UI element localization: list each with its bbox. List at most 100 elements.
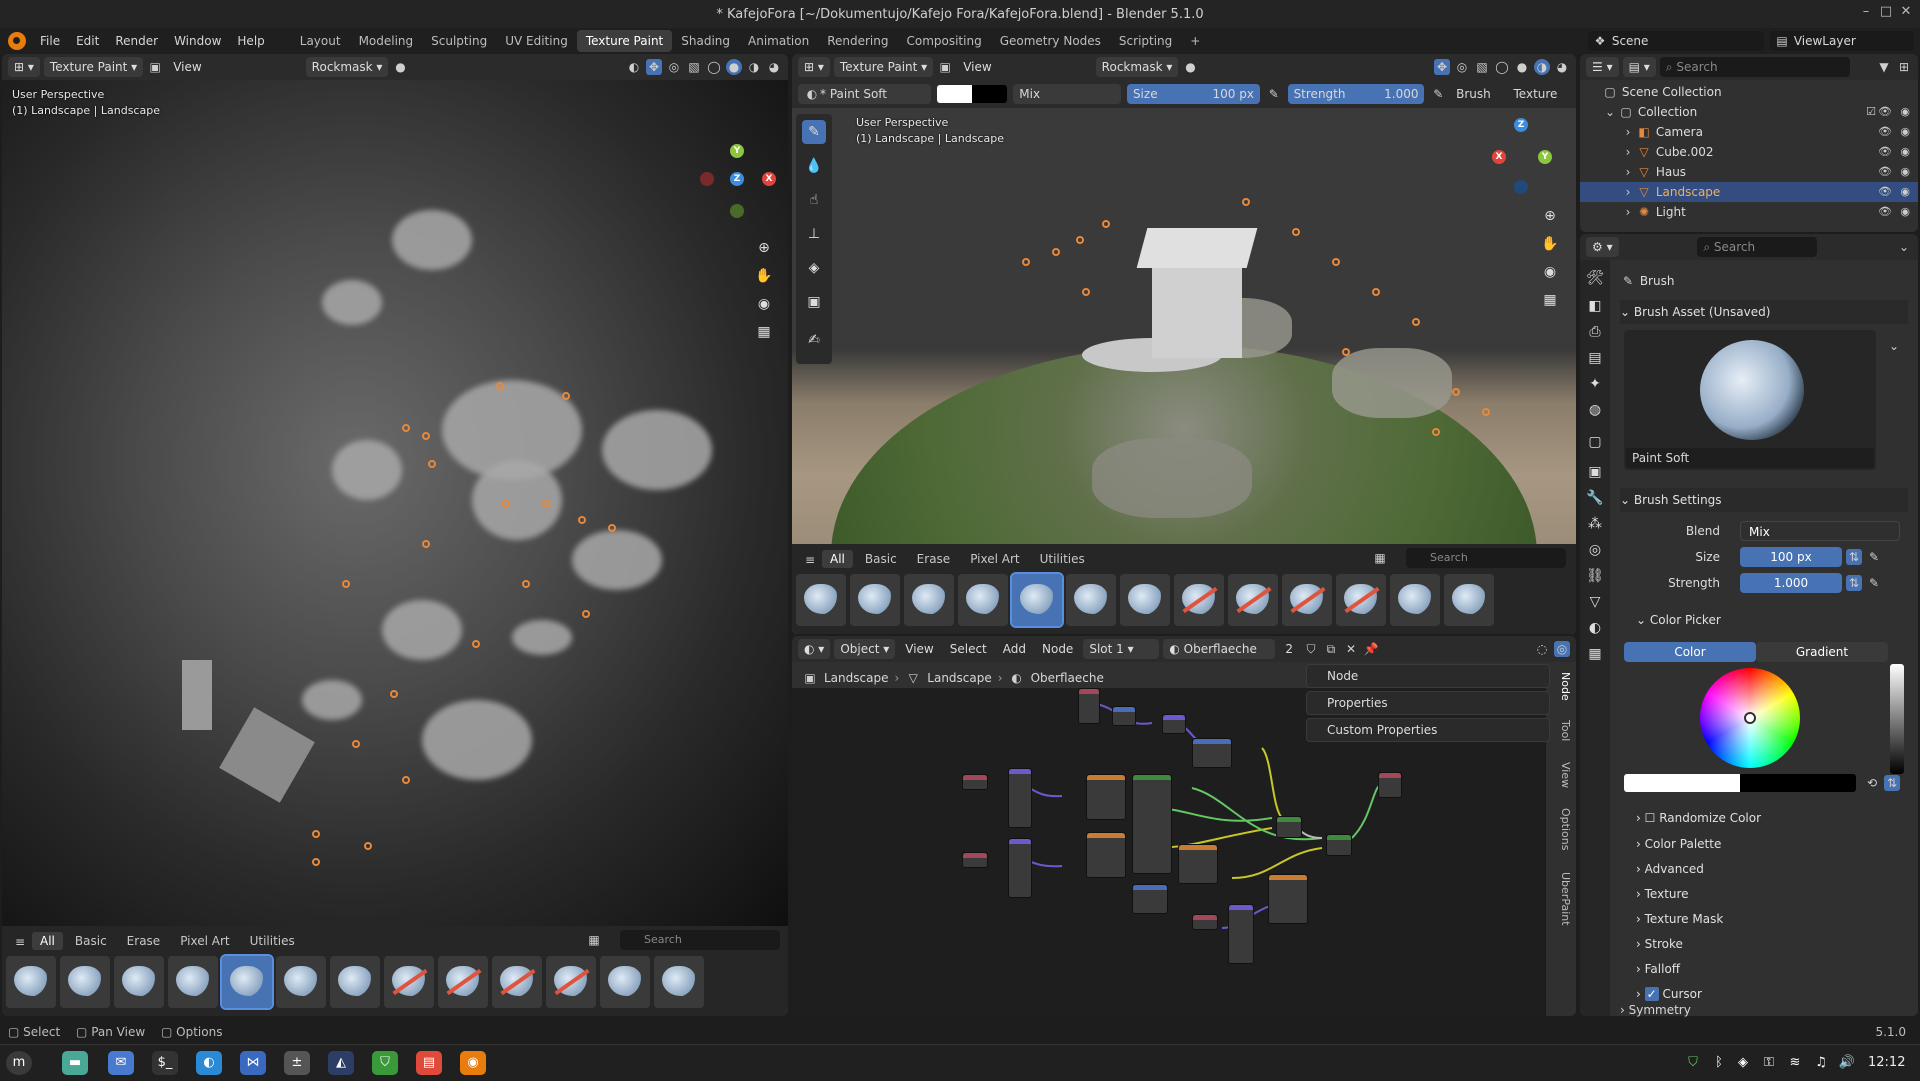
checkbox-icon[interactable]: ☑ [1866,102,1876,122]
collection-row[interactable]: ⌄ ▢ Collection ☑ 👁 ◉ [1580,102,1918,122]
editor-type-button[interactable]: ◐ ▾ [798,639,831,659]
shader-node[interactable] [1162,714,1186,734]
tab-scripting[interactable]: Scripting [1110,30,1181,52]
brush-thumbnail[interactable] [654,956,704,1008]
pin-icon[interactable]: 📌 [1363,641,1379,657]
eye-icon[interactable]: 👁 [1878,142,1892,162]
shader-node[interactable] [1276,816,1302,838]
eye-icon[interactable]: 👁 [1878,182,1892,202]
bluetooth-icon[interactable]: ᛒ [1706,1051,1732,1075]
brush-selector[interactable]: ◐ * Paint Soft [798,84,932,104]
ortho-grid-icon[interactable]: ▦ [1538,288,1562,312]
mail-icon[interactable]: ✉ [108,1051,134,1075]
fake-user-icon[interactable]: ⛉ [1303,641,1319,657]
new-collection-icon[interactable]: ⊞ [1896,59,1912,75]
expand-arrow-icon[interactable]: › [1620,144,1636,160]
slot-selector[interactable]: Slot 1 ▾ [1083,639,1160,659]
xray-icon[interactable]: ▧ [686,59,702,75]
chevron-down-icon[interactable]: ⌄ [1896,239,1912,255]
display-mode-button[interactable]: ▤ ▾ [1622,57,1656,77]
mode-selector[interactable]: Texture Paint ▾ [43,57,144,77]
brush-thumbnail[interactable] [438,956,488,1008]
brush-thumbnail-selected[interactable] [1010,572,1064,628]
view-menu[interactable]: View [957,57,997,77]
breadcrumb-object[interactable]: Landscape [824,671,888,685]
world-tab-icon[interactable]: ◍ [1583,398,1607,422]
brush-thumbnail[interactable] [1174,574,1224,626]
shader-node[interactable] [1228,904,1254,964]
blend-mode-selector[interactable]: Mix [1013,84,1121,104]
camera-render-icon[interactable]: ◉ [1900,202,1910,222]
scene-selector[interactable]: ❖ Scene [1588,31,1764,51]
brush-thumbnail[interactable] [492,956,542,1008]
view-layer-selector[interactable]: ▤ ViewLayer [1770,31,1914,51]
wireframe-shading-icon[interactable]: ◯ [1494,59,1510,75]
brush-thumbnail[interactable] [168,956,218,1008]
right-3d-viewport[interactable]: ⊞ ▾ Texture Paint ▾ ▣ View Rockmask ▾ ● … [792,54,1576,634]
blender-logo-icon[interactable] [8,32,26,50]
expand-arrow-icon[interactable]: › [1620,164,1636,180]
sidebar-tab-uberpaint[interactable]: UberPaint [1559,872,1572,926]
shader-node[interactable] [1112,706,1136,726]
shader-node[interactable] [1378,772,1402,798]
eye-icon[interactable]: 👁 [1878,102,1892,122]
brush-preview[interactable]: Paint Soft [1624,330,1876,470]
menu-edit[interactable]: Edit [68,28,107,54]
brush-thumbnail[interactable] [600,956,650,1008]
gizmo-z-axis[interactable]: Z [730,172,744,186]
visibility-icon[interactable]: ◐ [626,59,642,75]
eye-icon[interactable]: 👁 [1878,122,1892,142]
breadcrumb-mesh[interactable]: Landscape [927,671,991,685]
start-menu-icon[interactable]: m [6,1051,32,1075]
outliner-item-cube[interactable]: › ▽ Cube.002 👁 ◉ [1580,142,1918,162]
texture-mask-section[interactable]: › Texture Mask [1636,907,1908,931]
duplicate-material-icon[interactable]: ⧉ [1323,641,1339,657]
sidebar-tab-options[interactable]: Options [1559,808,1572,850]
render-shading-icon[interactable]: ◕ [1554,59,1570,75]
gizmo-y-axis[interactable]: Y [730,144,744,158]
shelf-tab-pixel-art[interactable]: Pixel Art [962,550,1027,568]
outliner[interactable]: ☰ ▾ ▤ ▾ ⌕ Search ▼ ⊞ ▢ Scene Collection … [1580,54,1918,232]
panel-custom-properties[interactable]: Custom Properties [1306,718,1550,742]
mask-selector[interactable]: Rockmask ▾ [305,57,389,77]
tab-modeling[interactable]: Modeling [350,30,423,52]
camera-view-icon[interactable]: ◉ [752,292,776,316]
shelf-tab-basic[interactable]: Basic [67,932,115,950]
shader-node[interactable] [962,852,988,868]
tab-animation[interactable]: Animation [739,30,818,52]
clone-tool-icon[interactable]: ⊥ [802,222,826,246]
wifi-icon[interactable]: ≋ [1782,1051,1808,1075]
size-pressure-icon[interactable]: ✎ [1266,86,1282,102]
unified-color-icon[interactable]: ⇅ [1884,775,1900,791]
properties-editor[interactable]: ⚙ ▾ ⌕ Search ⌄ 🛠 ◧ ⎙ ▤ ✦ ◍ ▢ ▣ 🔧 ⁂ ◎ ⛓ ▽… [1580,234,1918,1016]
ortho-grid-icon[interactable]: ▦ [752,320,776,344]
object-tab-icon[interactable]: ▣ [1583,460,1607,484]
xray-icon[interactable]: ▧ [1474,59,1490,75]
shelf-tab-erase[interactable]: Erase [909,550,959,568]
tab-texture-paint[interactable]: Texture Paint [576,30,673,52]
outliner-item-landscape[interactable]: › ▽ Landscape 👁 ◉ [1580,182,1918,202]
editor-type-button[interactable]: ☰ ▾ [1586,57,1619,77]
brush-thumbnail[interactable] [1282,574,1332,626]
eye-icon[interactable]: 👁 [1878,202,1892,222]
scene-collection-row[interactable]: ▢ Scene Collection [1580,82,1918,102]
strength-field[interactable]: 1.000 [1740,573,1842,593]
gizmo-icon[interactable]: ✥ [646,59,662,75]
wireframe-shading-icon[interactable]: ◯ [706,59,722,75]
texture-section[interactable]: › Texture [1636,882,1908,906]
display-grid-icon[interactable]: ▦ [586,932,602,948]
shader-node[interactable] [1268,874,1308,924]
brush-thumbnail[interactable] [850,574,900,626]
brush-menu[interactable]: Brush ▾ [1452,84,1503,121]
pan-hand-icon[interactable]: ✋ [752,264,776,288]
shader-node[interactable] [1132,884,1168,914]
solid-shading-icon[interactable]: ● [726,59,742,75]
strength-pressure-icon[interactable]: ✎ [1430,86,1446,102]
shelf-tab-utilities[interactable]: Utilities [1032,550,1093,568]
render-shading-icon[interactable]: ◕ [766,59,782,75]
brush-thumbnail[interactable] [904,574,954,626]
tab-geometry-nodes[interactable]: Geometry Nodes [991,30,1110,52]
constraints-tab-icon[interactable]: ⛓ [1583,564,1607,588]
material-selector[interactable]: ◐ Oberflaeche [1163,639,1276,659]
shader-node[interactable] [1008,768,1032,828]
